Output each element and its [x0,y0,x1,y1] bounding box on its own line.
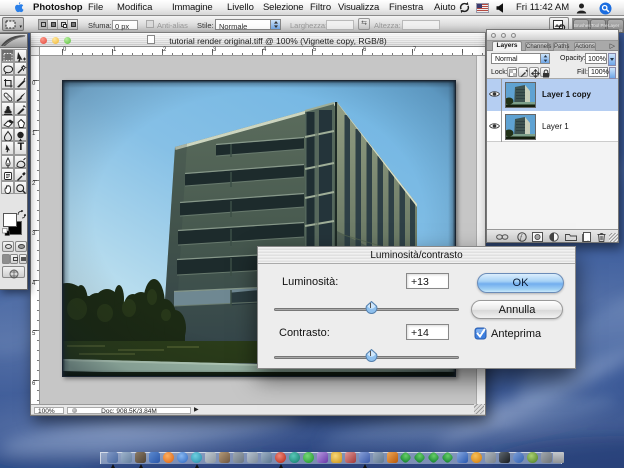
svg-text:f: f [520,234,523,242]
